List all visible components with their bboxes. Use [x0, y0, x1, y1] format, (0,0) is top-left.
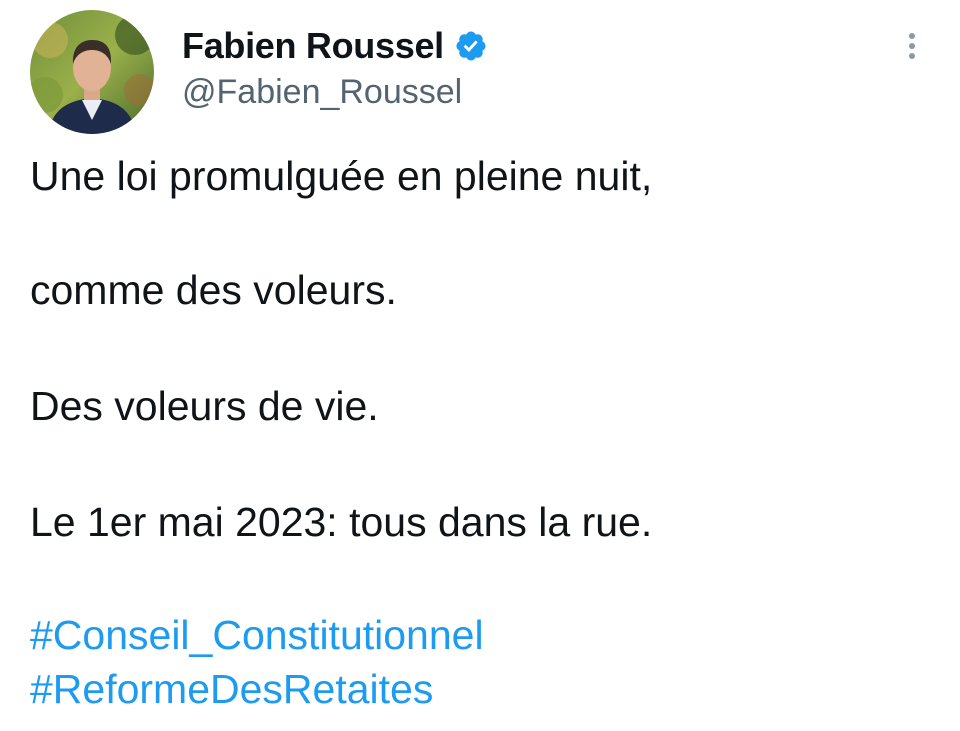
tweet-text-line: Des voleurs de vie.	[30, 383, 379, 429]
verified-badge-icon[interactable]	[454, 29, 488, 63]
author-handle[interactable]: @Fabien_Roussel	[182, 70, 488, 114]
avatar[interactable]	[30, 10, 154, 134]
tweet-text-line: Une loi promulguée en pleine nuit,	[30, 153, 653, 199]
hashtag-link[interactable]: #Conseil_Constitutionnel	[30, 609, 484, 661]
tweet-text-line: comme des voleurs.	[30, 267, 397, 313]
author-name-row: Fabien Roussel	[182, 22, 488, 70]
more-vertical-icon[interactable]	[900, 28, 924, 68]
avatar-photo	[30, 10, 154, 134]
author-block: Fabien Roussel @Fabien_Roussel	[182, 22, 488, 114]
tweet-text-line: Le 1er mai 2023: tous dans la rue.	[30, 499, 653, 545]
tweet: Fabien Roussel @Fabien_Roussel Une loi p…	[0, 0, 960, 731]
author-display-name[interactable]: Fabien Roussel	[182, 22, 444, 70]
hashtag-link[interactable]: #ReformeDesRetaites	[30, 663, 433, 715]
